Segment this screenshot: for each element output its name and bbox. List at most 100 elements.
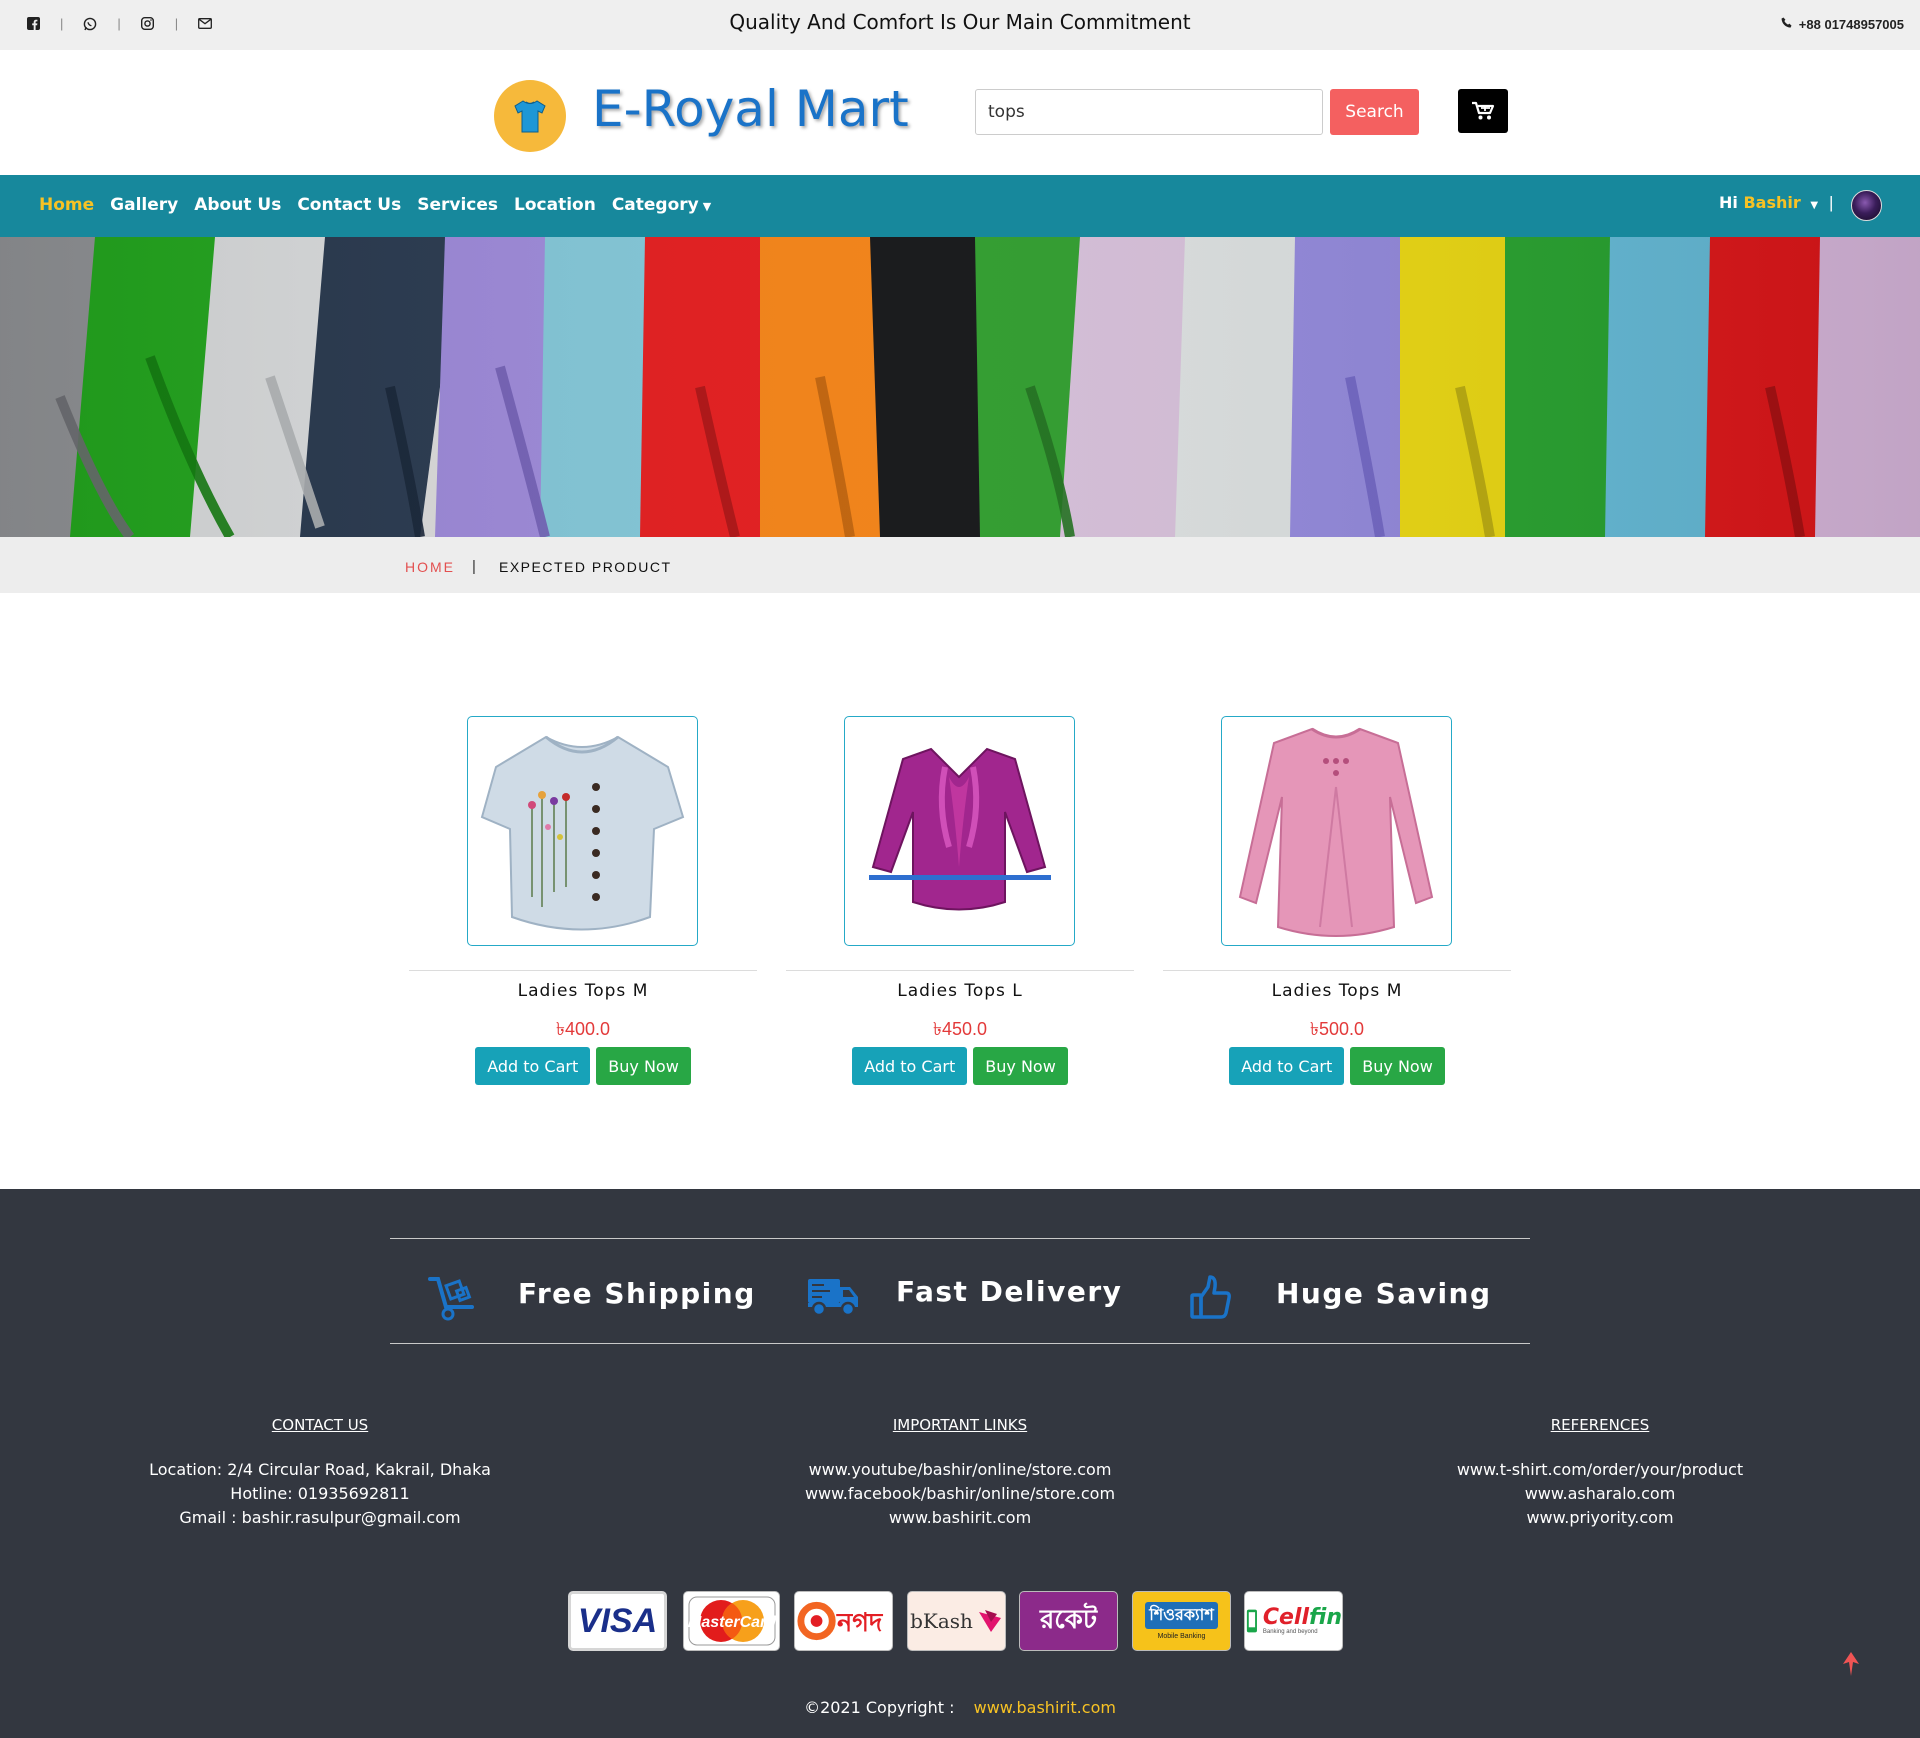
back-to-top-button[interactable] (1841, 1650, 1861, 1683)
contact-hotline: Hotline: 01935692811 (230, 1484, 410, 1503)
shopping-cart-icon (1472, 101, 1495, 120)
footer-link[interactable]: www.bashirit.com (680, 1506, 1240, 1530)
caret-down-icon: ▼ (1810, 200, 1819, 211)
bkash-logo: bKash (907, 1591, 1006, 1651)
truck-icon (808, 1279, 858, 1317)
nav-item-gallery[interactable]: Gallery (110, 195, 178, 215)
footer-link[interactable]: www.facebook/bashir/online/store.com (680, 1482, 1240, 1506)
footer-references: REFERENCES www.t-shirt.com/order/your/pr… (1320, 1416, 1880, 1530)
search-button[interactable]: Search (1330, 89, 1419, 135)
feature-title: Huge Saving (1276, 1276, 1492, 1310)
product-name[interactable]: Ladies Tops M (409, 981, 757, 1001)
copyright: ©2021 Copyright : www.bashirit.com (0, 1698, 1920, 1717)
site-tagline: Quality And Comfort Is Our Main Commitme… (729, 10, 1191, 34)
copyright-site-link[interactable]: www.bashirit.com (974, 1698, 1116, 1717)
arrow-up-icon (1843, 1652, 1859, 1676)
copyright-text: ©2021 Copyright : (804, 1698, 955, 1717)
nav-separator: | (1829, 193, 1834, 212)
product-card: Ladies Tops M ৳400.0 Add to Cart Buy Now (409, 716, 757, 1086)
nav-item-about-us[interactable]: About Us (194, 195, 281, 215)
breadcrumb-current: EXPECTED PRODUCT (499, 559, 672, 575)
add-to-cart-button[interactable]: Add to Cart (852, 1047, 968, 1085)
product-card: Ladies Tops L ৳450.0 Add to Cart Buy Now (786, 716, 1134, 1086)
brand-name[interactable]: E-Royal Mart (592, 80, 909, 138)
rocket-logo: রকেট (1019, 1591, 1118, 1651)
breadcrumb-home-link[interactable]: HOME (405, 559, 455, 575)
feature-title: Fast Delivery (896, 1274, 1123, 1308)
brand-logo[interactable] (494, 80, 566, 152)
feature-free-shipping: Free Shipping (428, 1265, 756, 1321)
nav-item-services[interactable]: Services (417, 195, 498, 215)
cart-button[interactable] (1458, 89, 1508, 133)
user-avatar[interactable] (1851, 190, 1882, 221)
reference-link[interactable]: www.asharalo.com (1320, 1482, 1880, 1506)
ladies-top-image (1238, 727, 1434, 937)
cart-dolly-icon (428, 1277, 474, 1321)
mastercard-logo: MasterCard (683, 1591, 780, 1651)
footer-heading: REFERENCES (1550, 1416, 1650, 1434)
feature-title: Free Shipping (518, 1276, 756, 1310)
buy-now-button[interactable]: Buy Now (596, 1047, 691, 1085)
card-divider (786, 970, 1134, 971)
nav-item-home[interactable]: Home (39, 195, 94, 215)
search-input[interactable] (975, 89, 1323, 135)
phone-icon (1781, 17, 1793, 32)
footer-heading: IMPORTANT LINKS (892, 1416, 1028, 1434)
footer-contact: CONTACT US Location: 2/4 Circular Road, … (40, 1416, 600, 1530)
svg-text:নগদ: নগদ (836, 1608, 883, 1638)
feature-fast-delivery: Fast Delivery (806, 1265, 1122, 1317)
user-menu[interactable]: Hi Bashir ▼ (1719, 193, 1818, 212)
product-image[interactable] (1221, 716, 1452, 946)
ladies-top-image (869, 747, 1051, 911)
reference-link[interactable]: www.t-shirt.com/order/your/product (1320, 1458, 1880, 1482)
product-price: ৳400.0 (555, 1019, 610, 1039)
main-nav: Home Gallery About Us Contact Us Service… (0, 175, 1920, 237)
caret-down-icon: ▼ (702, 200, 712, 213)
reference-link[interactable]: www.priyority.com (1320, 1506, 1880, 1530)
product-actions: Add to Cart Buy Now (786, 1047, 1134, 1085)
features-top-rule (390, 1238, 1530, 1239)
site-header: E-Royal Mart Search (0, 50, 1920, 175)
nav-item-contact-us[interactable]: Contact Us (297, 195, 401, 215)
product-image[interactable] (467, 716, 698, 946)
footer-important-links: IMPORTANT LINKS www.youtube/bashir/onlin… (680, 1416, 1240, 1530)
product-price: ৳500.0 (1309, 1019, 1364, 1039)
nav-item-category[interactable]: Category ▼ (612, 195, 711, 215)
site-footer: Free Shipping Fast Delivery Huge Saving … (0, 1189, 1920, 1738)
product-card: Ladies Tops M ৳500.0 Add to Cart Buy Now (1163, 716, 1511, 1086)
nav-item-location[interactable]: Location (514, 195, 596, 215)
breadcrumb: HOME | EXPECTED PRODUCT (0, 537, 1920, 593)
product-actions: Add to Cart Buy Now (409, 1047, 757, 1085)
phone-number: +88 01748957005 (1798, 17, 1904, 32)
surecash-logo: শিওরক্যাশ Mobile Banking (1132, 1591, 1231, 1651)
card-divider (1163, 970, 1511, 971)
contact-email[interactable]: Gmail : bashir.rasulpur@gmail.com (40, 1506, 600, 1530)
card-divider (409, 970, 757, 971)
product-actions: Add to Cart Buy Now (1163, 1047, 1511, 1085)
add-to-cart-button[interactable]: Add to Cart (1229, 1047, 1345, 1085)
product-name[interactable]: Ladies Tops L (786, 981, 1134, 1001)
add-to-cart-button[interactable]: Add to Cart (475, 1047, 591, 1085)
features-bottom-rule (390, 1343, 1530, 1344)
product-image[interactable] (844, 716, 1075, 946)
user-name: Bashir (1743, 193, 1801, 212)
cellfin-logo: Cellfin Banking and beyond (1244, 1591, 1343, 1651)
buy-now-button[interactable]: Buy Now (973, 1047, 1068, 1085)
footer-heading: CONTACT US (271, 1416, 369, 1434)
visa-logo: VISA (568, 1591, 667, 1651)
product-price: ৳450.0 (932, 1019, 987, 1039)
category-label: Category (611, 195, 699, 215)
feature-huge-saving: Huge Saving (1190, 1265, 1492, 1321)
thumbs-up-icon (1190, 1275, 1231, 1319)
buy-now-button[interactable]: Buy Now (1350, 1047, 1445, 1085)
greeting-prefix: Hi (1719, 193, 1738, 212)
product-name[interactable]: Ladies Tops M (1163, 981, 1511, 1001)
top-bar: | | | Quality And Comfort Is Our Main Co… (0, 0, 1920, 50)
nav-menu: Home Gallery About Us Contact Us Service… (39, 195, 711, 215)
ladies-top-image (480, 735, 685, 931)
tshirt-icon (514, 100, 546, 133)
hanging-shirts-image (0, 237, 1920, 537)
footer-link[interactable]: www.youtube/bashir/online/store.com (680, 1458, 1240, 1482)
breadcrumb-separator: | (472, 558, 476, 575)
svg-text:MasterCard: MasterCard (687, 1614, 776, 1631)
